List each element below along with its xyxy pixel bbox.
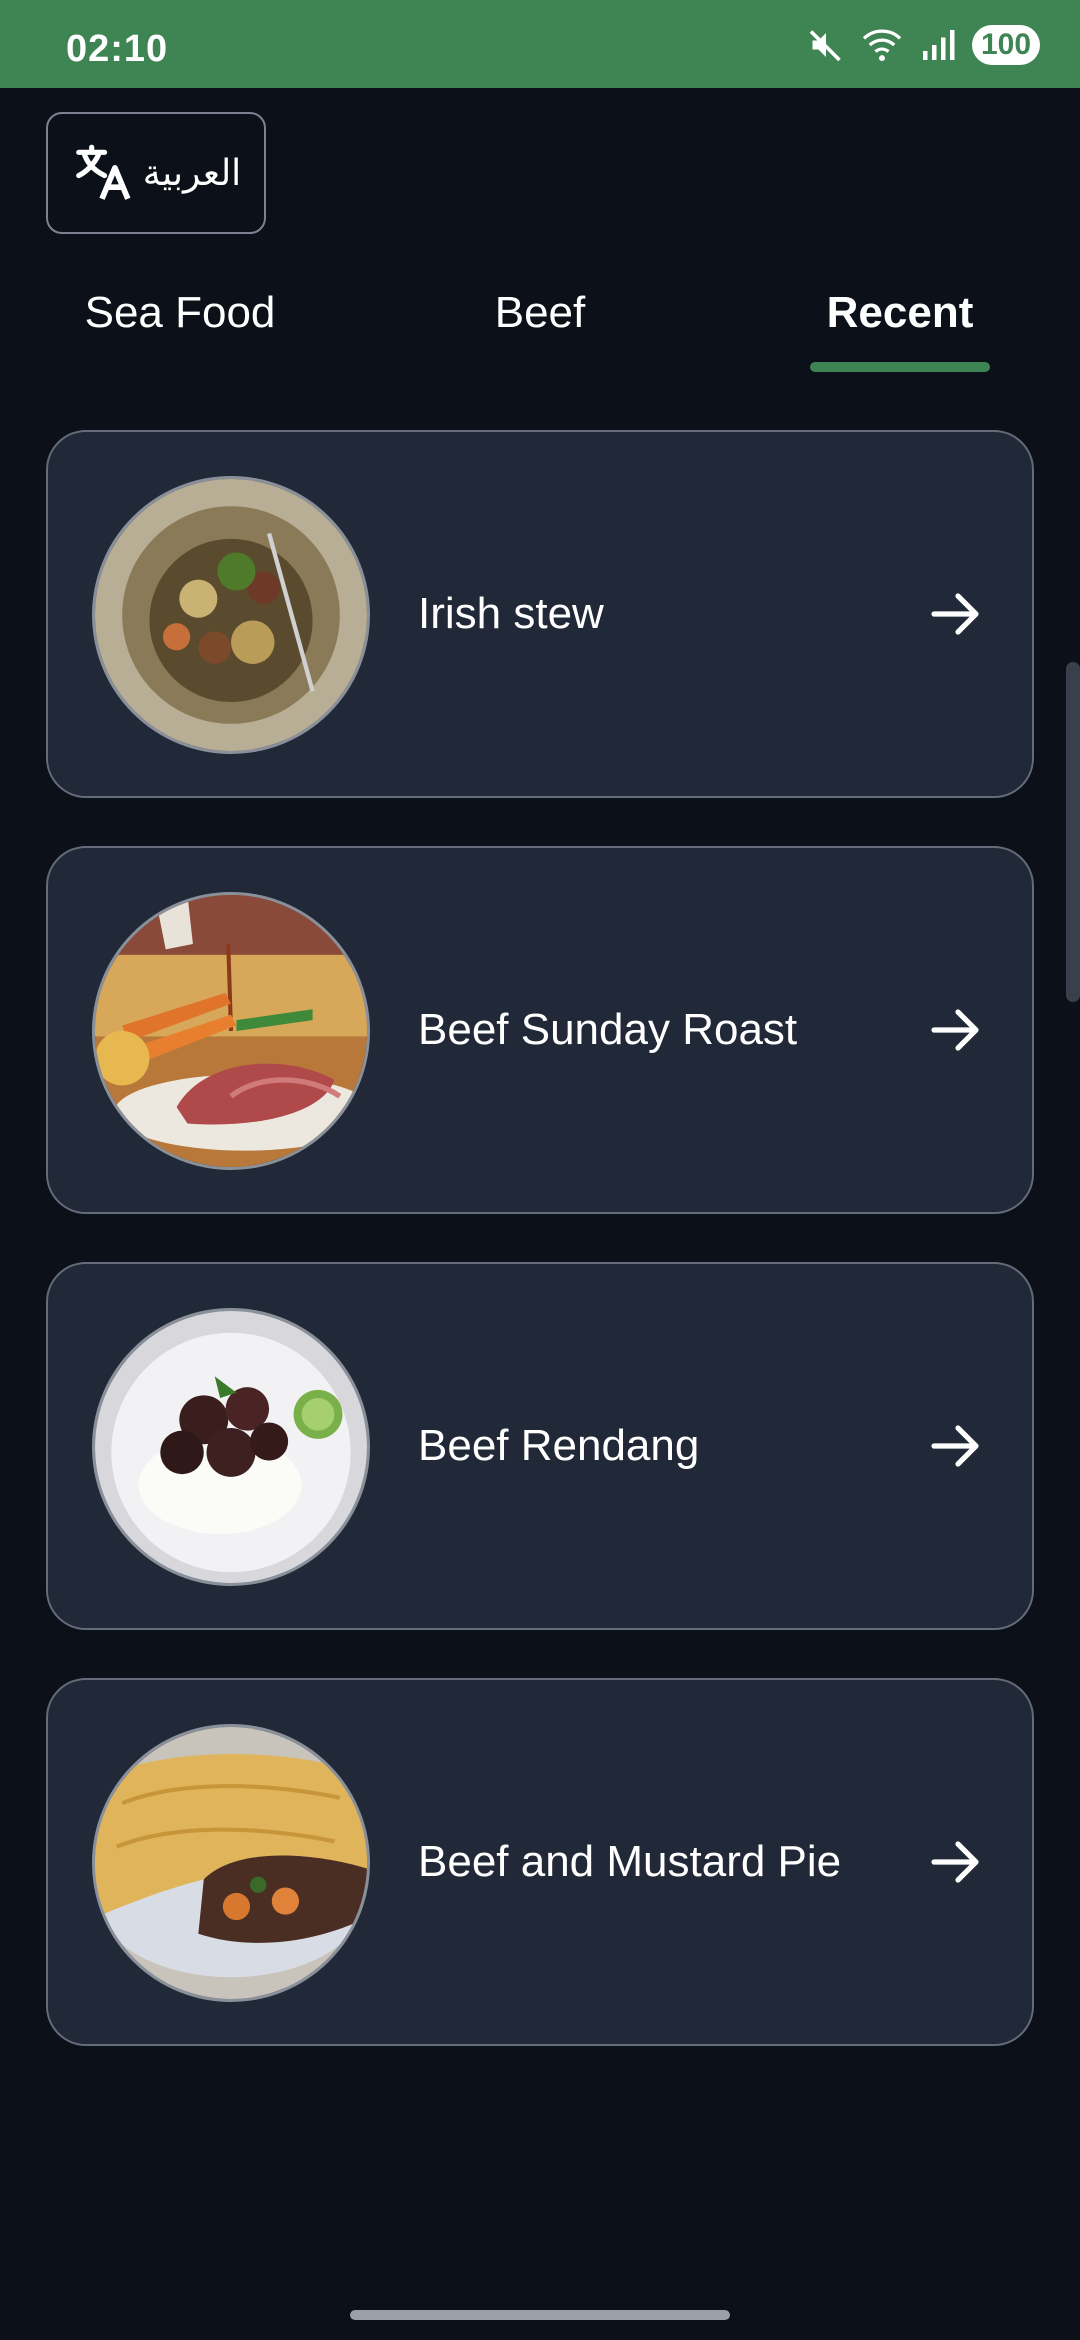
tab-recent[interactable]: Recent [780,288,1020,338]
recipe-image [92,1724,370,2002]
language-toggle-button[interactable]: العربية [46,112,266,234]
translate-icon [75,144,131,200]
recipe-image [92,892,370,1170]
recipe-title: Beef and Mustard Pie [418,1837,842,1886]
mute-icon [809,30,841,62]
status-icons: 100 [808,22,1040,68]
recipe-image [92,476,370,754]
home-indicator[interactable] [350,2310,730,2320]
tab-beef[interactable]: Beef [420,288,660,338]
wifi-icon [862,29,902,62]
arrow-right-icon[interactable] [930,1006,982,1054]
arrow-right-icon[interactable] [930,590,982,638]
status-bar: 02:10 100 [0,0,1080,88]
recipe-image [92,1308,370,1586]
language-label: العربية [142,152,242,194]
scrollbar[interactable] [1066,662,1080,1002]
tab-sea-food[interactable]: Sea Food [60,288,300,338]
recipe-title: Irish stew [418,589,604,638]
recipe-title: Beef Rendang [418,1421,700,1470]
recipe-card-irish-stew[interactable]: Irish stew [46,430,1034,798]
recipe-card-beef-rendang[interactable]: Beef Rendang [46,1262,1034,1630]
battery-icon: 100 [972,25,1040,65]
arrow-right-icon[interactable] [930,1838,982,1886]
signal-icon [923,30,955,60]
recipe-title: Beef Sunday Roast [418,1005,798,1054]
recipe-card-beef-and-mustard-pie[interactable]: Beef and Mustard Pie [46,1678,1034,2046]
category-tabs: Sea Food Beef Recent [0,270,1080,380]
status-time: 02:10 [66,28,169,70]
active-tab-indicator [810,362,990,372]
recipe-card-beef-sunday-roast[interactable]: Beef Sunday Roast [46,846,1034,1214]
arrow-right-icon[interactable] [930,1422,982,1470]
